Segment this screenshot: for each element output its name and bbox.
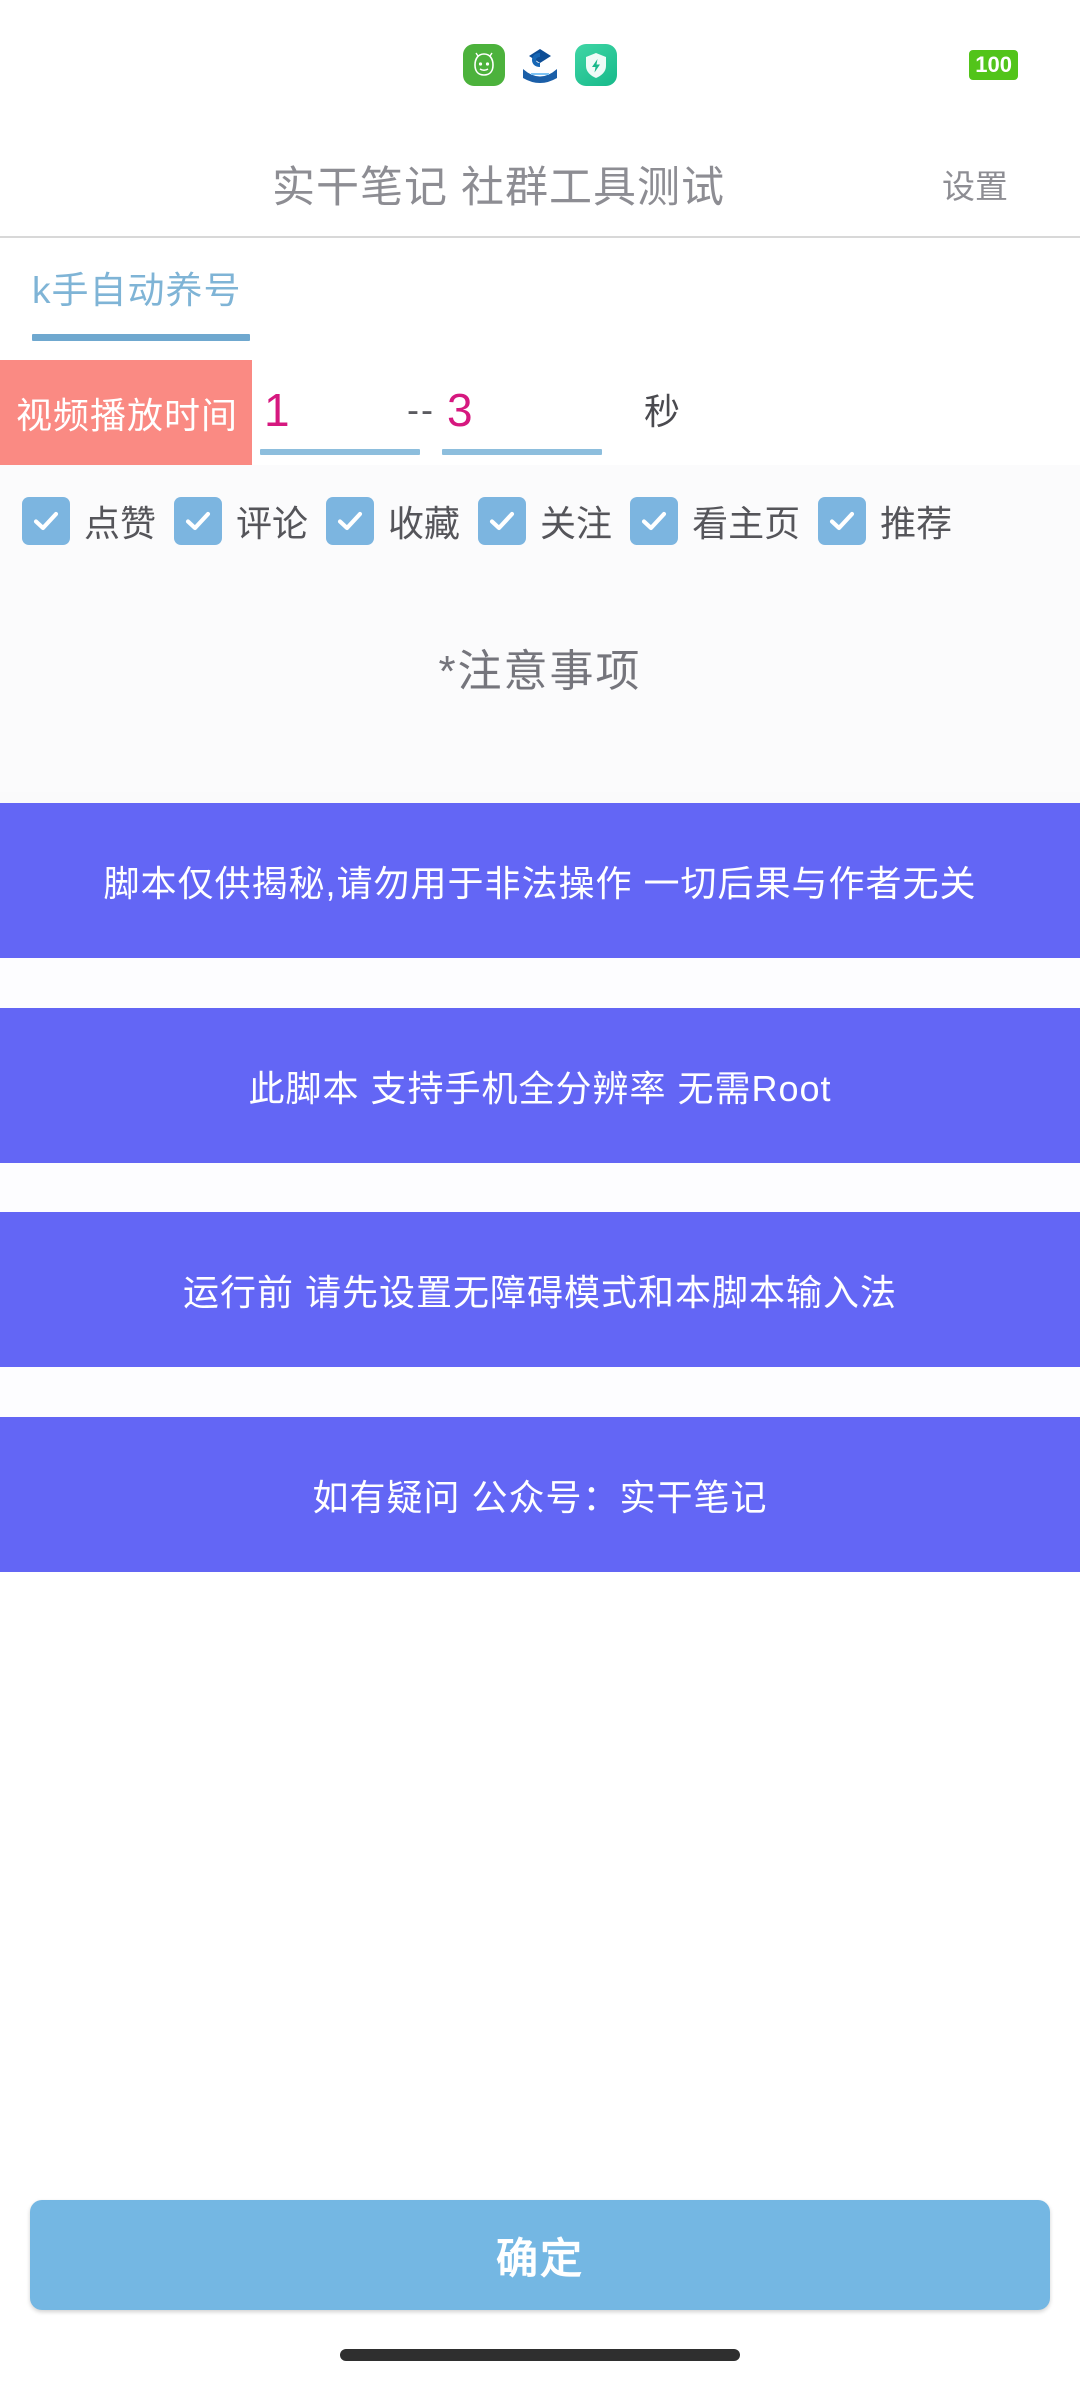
max-time-input[interactable]: 3 [447,383,473,437]
settings-button[interactable]: 设置 [942,160,1008,208]
bank-app-icon [519,44,561,86]
tab-kshou-auto-nurture[interactable]: k手自动养号 [32,260,250,341]
checkbox-label: 收藏 [388,503,461,544]
checkbox-label: 看主页 [692,503,801,544]
notes-heading: *注意事项 [438,647,642,696]
notice-banner-contact: 如有疑问 公众号：实干笔记 [0,1417,1080,1572]
robot-app-icon [463,44,505,86]
notes-banner-list: 脚本仅供揭秘,请勿用于非法操作 一切后果与作者无关 此脚本 支持手机全分辨率 无… [0,792,1080,1572]
video-play-time-label: 视频播放时间 [0,360,253,465]
checkbox-item-like[interactable]: 点赞 [22,495,156,547]
notice-banner-prerequisites: 运行前 请先设置无障碍模式和本脚本输入法 [0,1212,1080,1367]
checkmark-icon[interactable] [478,497,527,545]
checkmark-icon[interactable] [630,497,679,545]
security-shield-icon [575,44,617,86]
checkmark-icon[interactable] [818,497,867,545]
page-title: 实干笔记 社群工具测试 [272,164,725,212]
video-play-time-row: 视频播放时间 1 -- 3 秒 [0,360,1080,465]
banner-spacer [0,958,1080,1008]
time-unit-label: 秒 [644,391,681,432]
banner-spacer [0,792,1080,803]
checkbox-item-favorite[interactable]: 收藏 [326,495,460,547]
settings-form: 视频播放时间 1 -- 3 秒 点赞 评论 收藏 关注 看主页 推荐 *注意事项 [0,360,1080,792]
time-range-fields: 1 -- 3 秒 [252,360,1080,465]
checkbox-label: 评论 [236,503,309,544]
checkbox-item-follow[interactable]: 关注 [478,495,612,547]
checkmark-icon[interactable] [326,497,375,545]
tab-label: k手自动养号 [32,270,242,311]
confirm-button[interactable]: 确定 [30,2200,1050,2310]
action-checkbox-group: 点赞 评论 收藏 关注 看主页 推荐 [0,465,1080,547]
notice-banner-compatibility: 此脚本 支持手机全分辨率 无需Root [0,1008,1080,1163]
system-navigation-bar [0,2310,1080,2400]
min-time-input[interactable]: 1 [264,383,290,437]
checkmark-icon[interactable] [174,497,223,545]
app-header: 实干笔记 社群工具测试 设置 [0,132,1080,238]
checkbox-label: 推荐 [880,503,953,544]
checkbox-item-comment[interactable]: 评论 [174,495,308,547]
checkmark-icon[interactable] [22,497,70,545]
checkbox-label: 点赞 [84,503,157,544]
range-separator: -- [407,389,435,430]
checkbox-label: 关注 [540,503,613,544]
footer-area: 确定 [0,2200,1080,2400]
tab-bar: k手自动养号 [0,238,1080,360]
notification-icons [463,44,617,86]
banner-spacer [0,1163,1080,1212]
checkbox-item-view-profile[interactable]: 看主页 [630,495,800,547]
home-gesture-pill[interactable] [340,2349,740,2361]
battery-indicator: 100 [969,50,1018,80]
status-bar: 100 [0,0,1080,132]
min-time-input-underline [260,449,421,455]
max-time-input-underline [442,449,603,455]
checkbox-item-recommend[interactable]: 推荐 [818,495,952,547]
tab-active-indicator [32,334,250,341]
notice-banner-disclaimer: 脚本仅供揭秘,请勿用于非法操作 一切后果与作者无关 [0,803,1080,958]
banner-spacer [0,1367,1080,1417]
